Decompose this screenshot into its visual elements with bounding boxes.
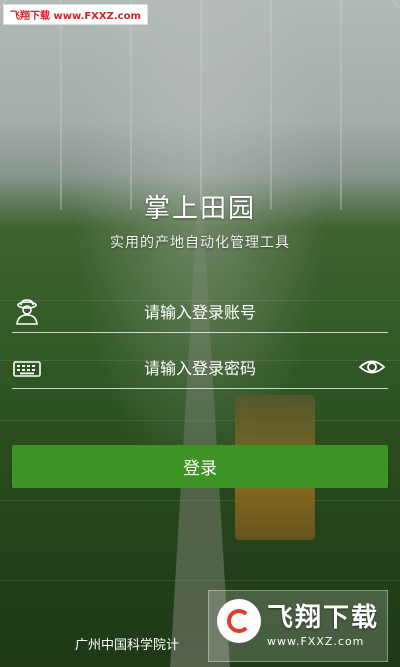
user-icon [12, 298, 42, 326]
login-button[interactable]: 登录 [12, 445, 388, 488]
keyboard-icon [12, 354, 42, 382]
watermark-bottom-right: 飞翔下载 www.FXXZ.com [208, 590, 388, 662]
account-input[interactable] [52, 296, 348, 328]
password-input[interactable] [52, 352, 348, 384]
eye-icon[interactable] [358, 356, 386, 378]
fxxz-logo-icon [217, 599, 261, 643]
watermark-top: 飞翔下载 www.FXXZ.com [3, 4, 148, 25]
account-field [12, 292, 388, 333]
watermark-brand: 飞翔下载 [267, 603, 380, 633]
footer-text: 广州中国科学院计 [75, 638, 180, 653]
app-subtitle: 实用的产地自动化管理工具 [110, 235, 290, 251]
app-title: 掌上田园 [143, 194, 256, 224]
password-field [12, 348, 388, 389]
watermark-url: www.FXXZ.com [267, 635, 365, 648]
login-screen: 飞翔下载 www.FXXZ.com 掌上田园 实用的产地自动化管理工具 请输入登… [0, 0, 400, 667]
